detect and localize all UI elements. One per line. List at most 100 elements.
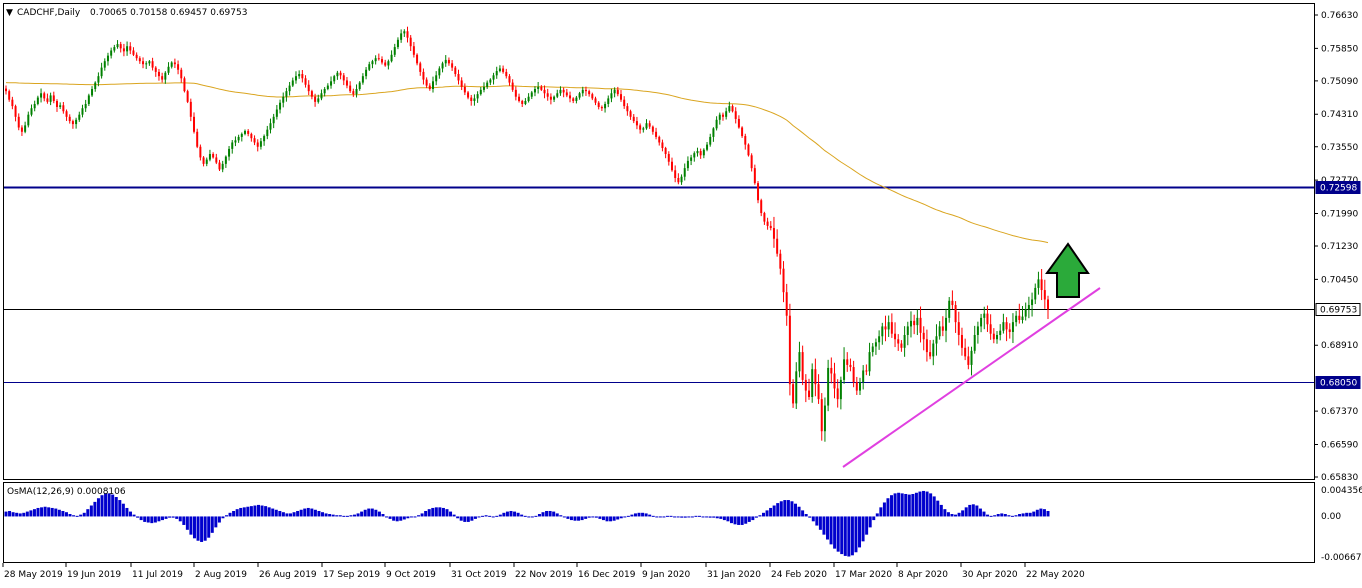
osma-bar (1014, 515, 1018, 517)
candle-body (814, 369, 817, 385)
osma-bar (694, 515, 698, 517)
candle-body (250, 133, 253, 139)
osma-bar (658, 516, 662, 518)
candle-body (865, 370, 868, 372)
candle-body (569, 95, 572, 99)
candle-body (839, 379, 842, 400)
candle-body (817, 384, 820, 400)
candle-body (438, 68, 441, 76)
osma-bar (1035, 509, 1039, 517)
candle-body (575, 97, 578, 101)
osma-bar (943, 509, 947, 517)
osma-bar (289, 513, 293, 517)
candle-body (403, 31, 406, 34)
chart-window[interactable]: ▼ CADCHF,Daily 0.70065 0.70158 0.69457 0… (0, 0, 1362, 584)
osma-bar (868, 516, 872, 528)
candle-body (259, 141, 262, 147)
osma-bar (118, 500, 122, 517)
osma-bar (769, 507, 773, 517)
candle-body (1027, 305, 1030, 310)
osma-bar (253, 505, 257, 517)
candle-body (986, 313, 989, 325)
osma-bar (111, 494, 115, 517)
candle-body (830, 367, 833, 374)
candle-body (463, 86, 466, 93)
osma-bar (459, 516, 463, 521)
osma-bar (954, 514, 958, 517)
osma-bar (224, 515, 228, 517)
osma-bar (715, 516, 719, 519)
osma-bar (89, 505, 93, 517)
candle-body (470, 97, 473, 101)
osma-bar (292, 512, 296, 517)
candle-body (785, 292, 788, 316)
time-tick-label: 17 Sep 2019 (323, 570, 380, 580)
candle-body (734, 111, 737, 119)
candle-body (126, 46, 129, 52)
osma-bar (392, 516, 396, 521)
candle-body (661, 142, 664, 149)
candle-body (100, 67, 103, 77)
osma-bar (441, 507, 445, 517)
candle-body (365, 69, 368, 77)
osma-bar (303, 508, 307, 517)
osma-bar (993, 515, 997, 517)
candle-body (862, 370, 865, 383)
osma-bar (609, 516, 613, 522)
candle-body (878, 336, 881, 343)
candle-body (871, 346, 874, 353)
candle-body (17, 116, 20, 128)
osma-bar (513, 511, 517, 517)
candle-body (409, 37, 412, 47)
osma-bar (473, 516, 477, 519)
osma-bar (434, 507, 438, 517)
time-tick-label: 31 Oct 2019 (451, 570, 507, 580)
osma-bar (1032, 511, 1036, 517)
candle-body (543, 89, 546, 94)
candle-body (352, 91, 355, 95)
osma-bar (559, 515, 563, 517)
candle-body (482, 86, 485, 90)
osma-bar (584, 516, 588, 519)
candle-body (502, 68, 505, 72)
candle-body (384, 62, 387, 66)
candle-body (954, 305, 957, 323)
osma-bar (1021, 513, 1025, 517)
osma-bar (150, 516, 154, 524)
candle-body (266, 129, 269, 137)
osma-bar (381, 514, 385, 517)
candle-body (279, 102, 282, 110)
candle-body (419, 63, 422, 72)
osma-bar (214, 516, 218, 528)
osma-bar (925, 491, 929, 517)
candle-body (651, 126, 654, 132)
candle-body (91, 89, 94, 96)
candle-body (234, 140, 237, 143)
osma-bar (146, 516, 150, 523)
osma-bar (939, 504, 943, 517)
candle-body (208, 154, 211, 160)
osma-bar (43, 506, 47, 517)
osma-bar (388, 516, 392, 519)
osma-bar (971, 504, 975, 517)
osma-bar (168, 516, 172, 518)
candle-body (314, 96, 317, 102)
candle-body (301, 74, 304, 79)
price-chart[interactable]: ▼ CADCHF,Daily 0.70065 0.70158 0.69457 0… (0, 0, 1362, 584)
candle-body (658, 136, 661, 143)
osma-bar (982, 511, 986, 517)
candle-body (801, 352, 804, 380)
osma-bar (463, 516, 467, 522)
candle-body (326, 85, 329, 90)
osma-bar (697, 515, 701, 517)
osma-bar (1000, 513, 1004, 517)
price-tick-label: 0.65830 (1321, 473, 1358, 483)
osma-bar (779, 501, 783, 517)
osma-bar (882, 502, 886, 517)
candle-body (1018, 315, 1021, 321)
candle-body (779, 253, 782, 269)
collapse-marker[interactable]: ▼ (6, 8, 13, 18)
candle-body (1047, 299, 1049, 310)
osma-bar (139, 516, 143, 521)
candle-body (635, 121, 638, 126)
